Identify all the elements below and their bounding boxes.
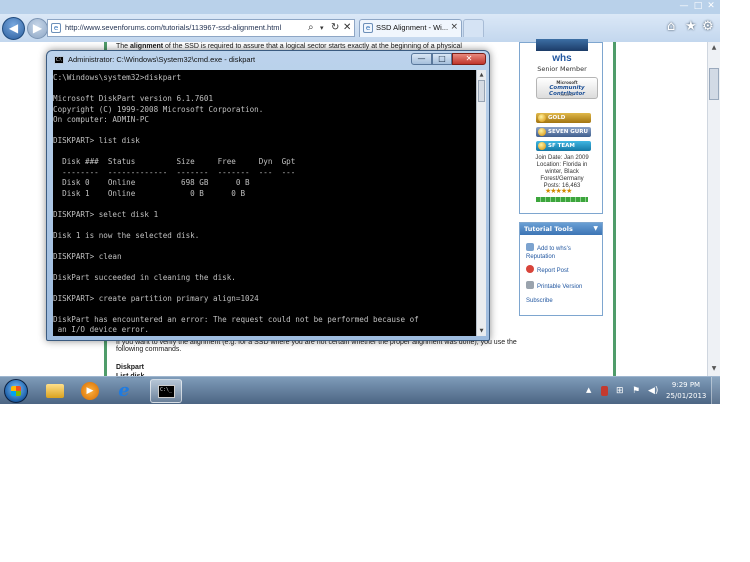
seven-guru-badge: SEVEN GURU [536, 127, 591, 137]
media-player-icon: ▶ [81, 382, 99, 400]
back-button[interactable]: ◀ [2, 17, 25, 40]
reputation-bar [536, 197, 588, 202]
tab-favicon-icon: e [363, 23, 373, 33]
location-line-3: Forest/Germany [540, 176, 584, 182]
cmd-minimize-button[interactable]: — [411, 53, 432, 65]
subscribe-link[interactable]: Subscribe [526, 297, 553, 305]
page-favicon-icon: e [51, 23, 61, 33]
cmd-output-text: C:\Windows\system32>diskpart Microsoft D… [53, 73, 419, 334]
report-post-label: Report Post [537, 268, 569, 274]
article-verify-text: If you want to verify the alignment (e.g… [116, 339, 517, 353]
cmd-scrollbar[interactable]: ▲ ▼ [476, 70, 486, 336]
cmd-scroll-up-arrow-icon[interactable]: ▲ [477, 70, 486, 80]
search-icon[interactable]: ⌕ [308, 22, 314, 34]
browser-close-button[interactable]: ✕ [704, 0, 718, 12]
cmd-window: C:\ Administrator: C:\Windows\System32\c… [46, 50, 490, 341]
subscribe-label: Subscribe [526, 298, 553, 304]
tutorial-tools-title: Tutorial Tools [524, 225, 573, 233]
article-intro: The alignment of the SSD is required to … [116, 43, 462, 50]
sf-team-badge: SF TEAM [536, 141, 591, 151]
taskbar-cmd-button[interactable]: C:\_ [150, 379, 182, 403]
favorites-icon[interactable]: ★ [685, 19, 697, 34]
author-rank: Senior Member [537, 65, 587, 73]
mvp-award-badge: Microsoft Community Contributor AWARD [536, 77, 598, 99]
avatar [536, 39, 588, 51]
cmd-title-icon: C:\ [54, 56, 64, 64]
show-desktop-button[interactable] [711, 377, 720, 404]
reputation-stars: ★★★★★ [545, 187, 572, 195]
new-tab-button[interactable] [463, 19, 484, 37]
cmd-close-button[interactable]: ✕ [452, 53, 486, 65]
scroll-down-arrow-icon[interactable]: ▼ [708, 363, 720, 375]
cmd-icon: C:\_ [158, 385, 175, 398]
mvp-award: AWARD [560, 93, 574, 97]
scroll-thumb[interactable] [709, 68, 719, 100]
reputation-icon [526, 243, 534, 251]
browser-minimize-button[interactable]: — [677, 0, 691, 12]
cmd-window-title: Administrator: C:\Windows\System32\cmd.e… [68, 55, 256, 64]
start-button[interactable] [4, 379, 28, 403]
join-date: Join Date: Jan 2009 [535, 155, 589, 161]
taskbar-media-player-button[interactable]: ▶ [74, 379, 106, 403]
clock-date[interactable]: 25/01/2013 [666, 392, 706, 400]
cmd-maximize-button[interactable]: □ [432, 53, 452, 65]
add-reputation-link[interactable]: Add to whs's Reputation [526, 243, 600, 261]
tools-icon[interactable]: ⚙ [702, 19, 714, 34]
scroll-up-arrow-icon[interactable]: ▲ [708, 42, 720, 54]
gold-member-badge: GOLD MEMBER [536, 113, 591, 131]
refresh-icon[interactable]: ↻ [331, 22, 339, 34]
url-text: http://www.sevenforums.com/tutorials/113… [65, 23, 282, 32]
taskbar-explorer-button[interactable] [40, 379, 72, 403]
folder-icon [46, 384, 64, 398]
clock-time[interactable]: 9:29 PM [666, 381, 706, 389]
printable-version-label: Printable Version [537, 284, 583, 290]
report-post-link[interactable]: Report Post [526, 265, 569, 275]
dropdown-icon[interactable]: ▾ [320, 22, 324, 34]
taskbar: ▶ e C:\_ ▲ ⊞ ⚑ ◀) 9:29 PM 25/01/2013 [0, 376, 720, 404]
taskbar-internet-explorer-button[interactable]: e [108, 379, 140, 403]
page-scrollbar[interactable]: ▲ ▼ [707, 42, 720, 376]
printer-icon [526, 281, 534, 289]
security-icon[interactable] [601, 386, 608, 396]
windows-logo-icon [11, 386, 21, 396]
internet-explorer-icon: e [118, 380, 130, 401]
chevron-down-icon[interactable]: ▼ [593, 223, 598, 235]
stop-icon[interactable]: ✕ [343, 22, 351, 34]
network-icon[interactable]: ⊞ [616, 386, 624, 396]
cmd-scroll-down-arrow-icon[interactable]: ▼ [477, 326, 486, 336]
author-username[interactable]: whs [520, 53, 604, 64]
diskpart-heading: Diskpart [116, 364, 145, 371]
report-icon [526, 265, 534, 273]
show-hidden-arrow-icon[interactable]: ▲ [586, 385, 591, 395]
tab-ssd-alignment[interactable]: e SSD Alignment - Wi... × [359, 19, 462, 37]
speaker-icon[interactable]: ◀) [648, 386, 658, 396]
location-line-1: Location: Florida in [536, 162, 588, 168]
tab-close-icon[interactable]: × [450, 22, 458, 32]
browser-window: — □ ✕ ◀ ▶ e http://www.sevenforums.com/t… [0, 0, 720, 404]
action-center-icon[interactable]: ⚑ [632, 386, 640, 396]
home-icon[interactable]: ⌂ [667, 19, 675, 34]
location-line-2: winter, Black [545, 169, 579, 175]
tutorial-tools-panel: Tutorial Tools ▼ Add to whs's Reputation… [519, 222, 603, 316]
address-bar[interactable]: e http://www.sevenforums.com/tutorials/1… [47, 19, 355, 37]
browser-maximize-button[interactable]: □ [691, 0, 705, 12]
author-profile-panel: whs Senior Member Microsoft Community Co… [519, 39, 604, 214]
tutorial-tools-header[interactable]: Tutorial Tools ▼ [520, 223, 602, 235]
cmd-scroll-thumb[interactable] [478, 80, 485, 102]
printable-version-link[interactable]: Printable Version [526, 281, 582, 291]
cmd-console[interactable]: C:\Windows\system32>diskpart Microsoft D… [53, 70, 476, 336]
forward-button[interactable]: ▶ [27, 18, 48, 39]
tab-title: SSD Alignment - Wi... [376, 23, 449, 32]
